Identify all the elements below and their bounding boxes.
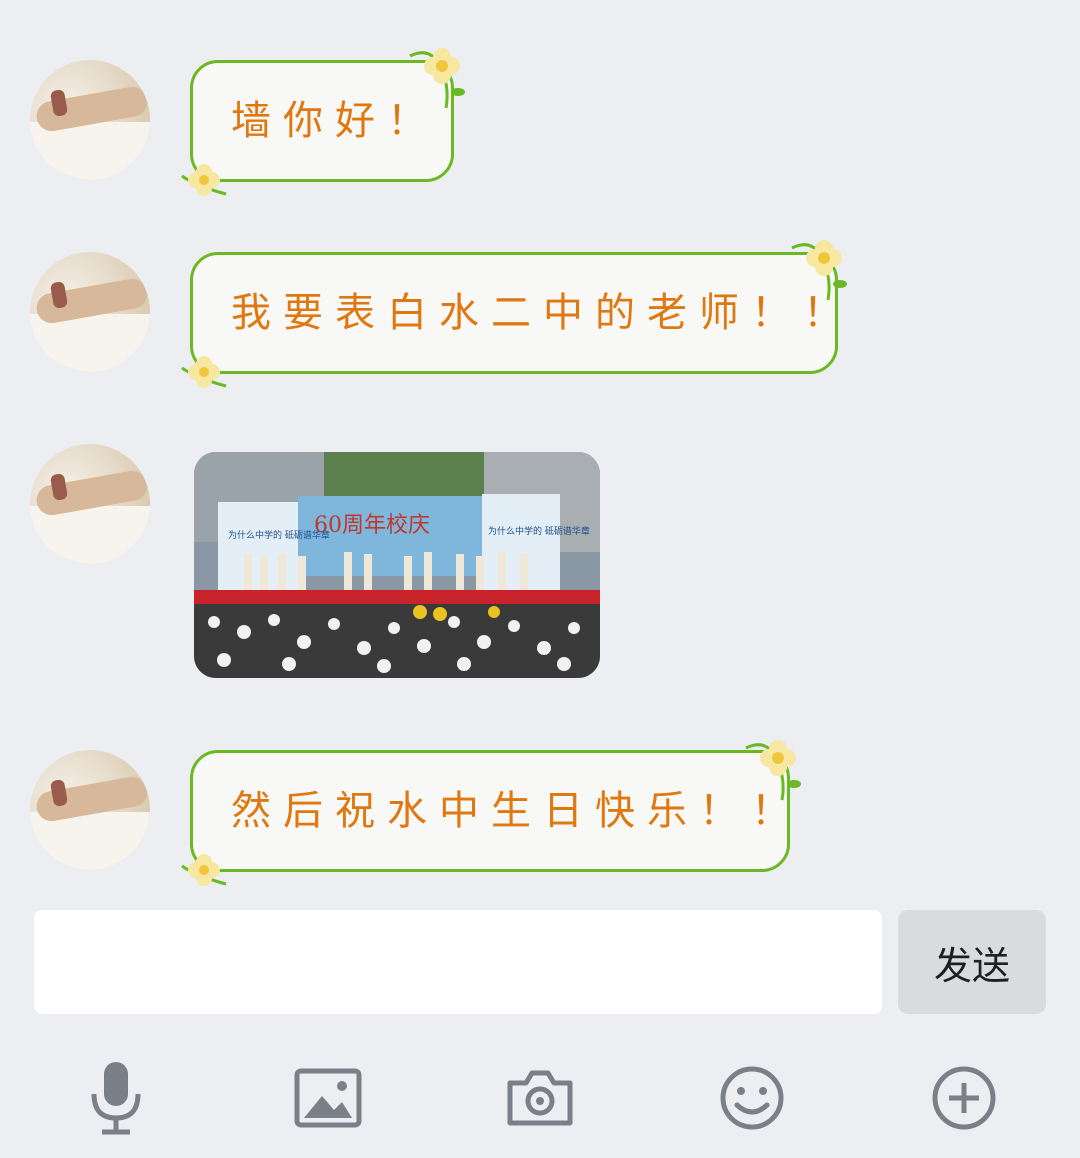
message-row: 然后祝水中生日快乐！！ [0, 740, 1080, 886]
flower-decoration-icon [181, 854, 227, 886]
flower-decoration-icon [181, 164, 227, 196]
camera-icon[interactable] [500, 1058, 580, 1138]
image-icon[interactable] [288, 1058, 368, 1138]
right-sign-text: 为什么中学的 砥砺谱华章 [488, 525, 590, 537]
message-row: 墙你好！ [0, 48, 1080, 196]
avatar[interactable] [30, 750, 150, 870]
school-anniversary-photo: 60周年校庆 为什么中学的 砥砺谱华章 为什么中学的 砥砺谱华章 [194, 452, 600, 678]
send-button[interactable]: 发送 [898, 910, 1046, 1014]
left-sign-text: 为什么中学的 砥砺谱华章 [228, 529, 330, 541]
flower-decoration-icon [791, 240, 847, 301]
microphone-icon[interactable] [76, 1058, 156, 1138]
message-input[interactable] [34, 910, 882, 1014]
image-message[interactable]: 60周年校庆 为什么中学的 砥砺谱华章 为什么中学的 砥砺谱华章 [194, 452, 600, 678]
flower-decoration-icon [745, 740, 801, 801]
flower-decoration-icon [181, 356, 227, 388]
message-text: 我要表白水二中的老师！！ [231, 290, 855, 336]
flower-decoration-icon [409, 48, 465, 109]
plus-icon[interactable] [924, 1058, 1004, 1138]
message-row: 60周年校庆 为什么中学的 砥砺谱华章 为什么中学的 砥砺谱华章 [0, 444, 1080, 684]
avatar[interactable] [30, 252, 150, 372]
message-text: 然后祝水中生日快乐！！ [231, 788, 803, 834]
message-bubble[interactable]: 我要表白水二中的老师！！ [190, 252, 843, 374]
banner-text: 60周年校庆 [314, 513, 430, 538]
emoji-icon[interactable] [712, 1058, 792, 1138]
avatar[interactable] [30, 60, 150, 180]
avatar[interactable] [30, 444, 150, 564]
message-row: 我要表白水二中的老师！！ [0, 240, 1080, 388]
message-bubble[interactable]: 然后祝水中生日快乐！！ [190, 750, 791, 872]
